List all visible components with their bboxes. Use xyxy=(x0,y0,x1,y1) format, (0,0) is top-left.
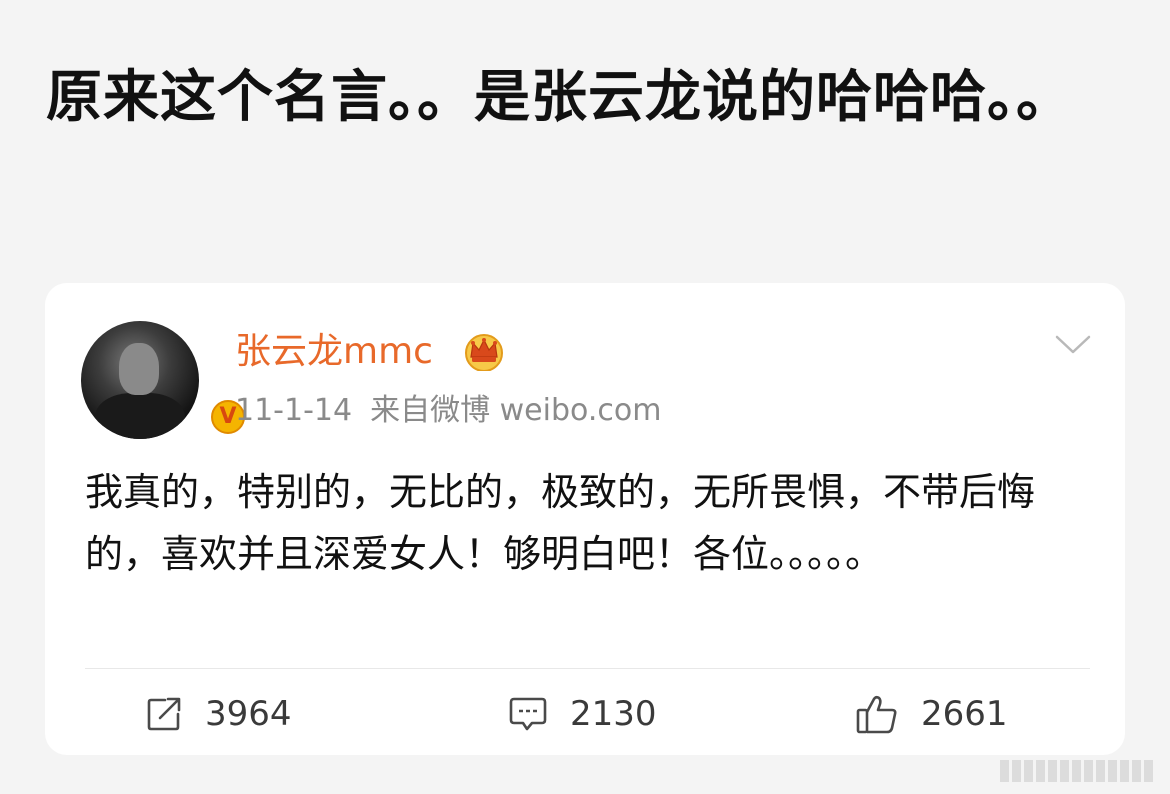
comment-button[interactable]: 2130 xyxy=(508,689,657,739)
repost-count: 3964 xyxy=(205,694,292,734)
post-meta: 11-1-14 来自微博 weibo.com xyxy=(235,391,661,431)
comment-count: 2130 xyxy=(570,694,657,734)
thumbs-up-icon xyxy=(856,695,897,734)
post-body: 我真的，特别的，无比的，极致的，无所畏惧，不带后悔的，喜欢并且深爱女人！够明白吧… xyxy=(85,470,1036,576)
crown-icon xyxy=(465,334,503,371)
post-headline: 原来这个名言。。是张云龙说的哈哈哈。。 xyxy=(46,65,1073,130)
comment-icon xyxy=(509,697,547,731)
post-date: 11-1-14 xyxy=(235,393,353,428)
post-source[interactable]: 来自微博 weibo.com xyxy=(370,393,661,428)
like-button[interactable]: 2661 xyxy=(855,689,1008,739)
divider xyxy=(85,668,1090,669)
embedded-weibo-card[interactable]: V 张云龙mmc 11-1-14 来自微博 weibo.com 我真的，特别的，无… xyxy=(45,283,1125,755)
repost-icon xyxy=(147,697,181,731)
watermark xyxy=(1000,758,1160,784)
repost-button[interactable]: 3964 xyxy=(145,689,292,739)
like-count: 2661 xyxy=(921,694,1008,734)
username-link[interactable]: 张云龙mmc xyxy=(235,329,433,375)
chevron-down-icon[interactable] xyxy=(1053,333,1093,357)
avatar[interactable] xyxy=(81,321,199,439)
